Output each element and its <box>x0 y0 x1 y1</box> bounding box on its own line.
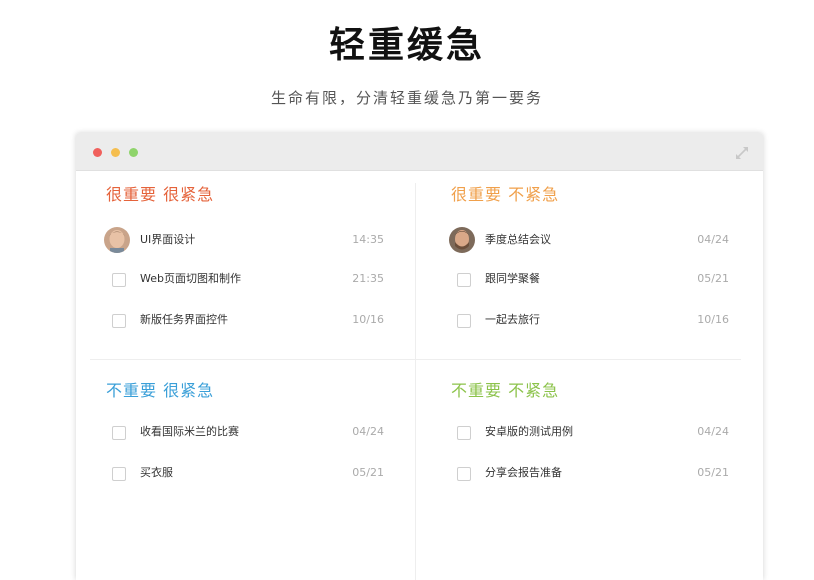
task-date: 05/21 <box>697 272 729 285</box>
task-label: 安卓版的测试用例 <box>485 425 573 438</box>
avatar <box>449 227 475 253</box>
task-item[interactable]: Web页面切图和制作 21:35 <box>104 265 384 295</box>
task-checkbox[interactable] <box>457 314 471 328</box>
task-checkbox[interactable] <box>112 467 126 481</box>
hero-subtitle: 生命有限，分清轻重缓急乃第一要务 <box>270 89 543 107</box>
quadrant-title: 不重要 很紧急 <box>106 381 215 400</box>
task-label: 收看国际米兰的比赛 <box>140 425 239 438</box>
quadrant-title: 很重要 不紧急 <box>451 185 560 204</box>
task-time: 21:35 <box>352 272 384 285</box>
task-date: 04/24 <box>697 425 729 438</box>
quadrant-title: 很重要 很紧急 <box>106 185 215 204</box>
task-label: UI界面设计 <box>140 233 196 246</box>
page: 轻重缓急 生命有限，分清轻重缓急乃第一要务 很重要 很紧急 UI界面设计 14:… <box>0 0 814 580</box>
task-item[interactable]: 收看国际米兰的比赛 04/24 <box>104 418 384 448</box>
task-item[interactable]: 买衣服 05/21 <box>104 459 384 489</box>
task-date: 05/21 <box>697 466 729 479</box>
task-item[interactable]: 季度总结会议 04/24 <box>449 226 729 256</box>
task-item[interactable]: 安卓版的测试用例 04/24 <box>449 418 729 448</box>
task-item[interactable]: 一起去旅行 10/16 <box>449 306 729 336</box>
zoom-window-button[interactable] <box>129 148 138 157</box>
task-label: 分享会报告准备 <box>485 466 562 479</box>
task-date: 10/16 <box>352 313 384 326</box>
task-label: 跟同学聚餐 <box>485 272 540 285</box>
task-item[interactable]: 跟同学聚餐 05/21 <box>449 265 729 295</box>
hero-title: 轻重缓急 <box>328 25 485 66</box>
minimize-window-button[interactable] <box>111 148 120 157</box>
task-checkbox[interactable] <box>457 273 471 287</box>
task-date: 04/24 <box>352 425 384 438</box>
task-label: Web页面切图和制作 <box>140 272 241 285</box>
task-checkbox[interactable] <box>112 426 126 440</box>
task-label: 买衣服 <box>140 466 173 479</box>
task-date: 10/16 <box>697 313 729 326</box>
task-date: 04/24 <box>697 233 729 246</box>
task-checkbox[interactable] <box>112 314 126 328</box>
quadrant-title: 不重要 不紧急 <box>451 381 560 400</box>
task-item[interactable]: 新版任务界面控件 10/16 <box>104 306 384 336</box>
task-time: 14:35 <box>352 233 384 246</box>
task-item[interactable]: UI界面设计 14:35 <box>104 226 384 256</box>
window-titlebar <box>76 133 763 171</box>
avatar <box>104 227 130 253</box>
expand-icon[interactable] <box>735 145 749 159</box>
task-checkbox[interactable] <box>457 467 471 481</box>
task-label: 季度总结会议 <box>485 233 551 246</box>
task-label: 新版任务界面控件 <box>140 313 228 326</box>
task-checkbox[interactable] <box>112 273 126 287</box>
task-date: 05/21 <box>352 466 384 479</box>
horizontal-divider <box>90 359 741 360</box>
task-checkbox[interactable] <box>457 426 471 440</box>
task-label: 一起去旅行 <box>485 313 540 326</box>
task-item[interactable]: 分享会报告准备 05/21 <box>449 459 729 489</box>
app-window: 很重要 很紧急 UI界面设计 14:35 Web页面切图和制作 21:35 新版… <box>76 133 763 580</box>
vertical-divider <box>415 183 416 580</box>
close-window-button[interactable] <box>93 148 102 157</box>
